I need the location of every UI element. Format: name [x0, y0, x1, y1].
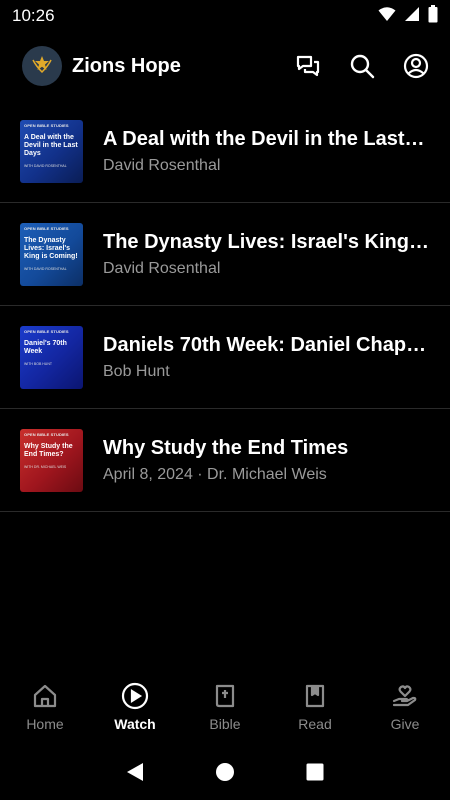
- thumbnail-title: A Deal with the Devil in the Last Days: [24, 133, 78, 157]
- video-thumbnail: OPEN BIBLE STUDIES The Dynasty Lives: Is…: [20, 222, 83, 286]
- item-title: Why Study the End Times: [103, 436, 349, 459]
- system-nav-bar: [0, 744, 450, 800]
- thumbnail-author: WITH DR. MICHAEL WEIS: [24, 464, 67, 469]
- home-icon: [31, 682, 59, 710]
- nav-label: Read: [298, 716, 332, 732]
- nav-label: Watch: [114, 716, 156, 732]
- nav-label: Give: [390, 716, 420, 732]
- bible-icon: [211, 682, 239, 710]
- thumbnail-title: Why Study the End Times?: [24, 442, 73, 458]
- item-text: A Deal with the Devil in the Last Days D…: [103, 128, 430, 175]
- cell-signal-icon: [404, 6, 420, 27]
- video-list: OPEN BIBLE STUDIES A Deal with the Devil…: [0, 100, 450, 512]
- nav-item-give[interactable]: Give: [360, 672, 450, 740]
- home-circle-icon[interactable]: [211, 758, 239, 786]
- list-item[interactable]: OPEN BIBLE STUDIES Why Study the End Tim…: [0, 409, 450, 512]
- item-text: The Dynasty Lives: Israel's King is Comi…: [103, 231, 430, 278]
- recents-icon[interactable]: [301, 758, 329, 786]
- thumbnail-title: Daniel's 70th Week: [24, 339, 67, 355]
- thumbnail-author: WITH BOB HUNT: [24, 361, 52, 366]
- video-thumbnail: OPEN BIBLE STUDIES Daniel's 70th Week WI…: [20, 325, 83, 389]
- nav-item-watch[interactable]: Watch: [90, 672, 180, 740]
- wifi-icon: [378, 6, 396, 27]
- nav-item-bible[interactable]: Bible: [180, 672, 270, 740]
- thumbnail-brand: OPEN BIBLE STUDIES: [24, 431, 69, 437]
- app-title: Zions Hope: [72, 54, 181, 77]
- thumbnail-title: The Dynasty Lives: Israel's King is Comi…: [24, 236, 78, 260]
- item-title: The Dynasty Lives: Israel's King is Comi…: [103, 230, 430, 253]
- app-bar: Zions Hope: [0, 40, 450, 92]
- nav-label: Bible: [209, 716, 241, 732]
- bottom-nav: Home Watch Bible Read Give: [0, 672, 450, 740]
- item-text: Why Study the End Times April 8, 2024 · …: [103, 437, 430, 484]
- item-subtitle: David Rosenthal: [103, 156, 221, 174]
- thumbnail-brand: OPEN BIBLE STUDIES: [24, 225, 69, 231]
- bookmark-book-icon: [301, 682, 329, 710]
- status-bar: 10:26: [0, 0, 450, 32]
- heart-hand-icon: [391, 682, 419, 710]
- list-item[interactable]: OPEN BIBLE STUDIES Daniel's 70th Week WI…: [0, 306, 450, 409]
- video-thumbnail: OPEN BIBLE STUDIES Why Study the End Tim…: [20, 428, 83, 492]
- list-item[interactable]: OPEN BIBLE STUDIES The Dynasty Lives: Is…: [0, 203, 450, 306]
- video-thumbnail: OPEN BIBLE STUDIES A Deal with the Devil…: [20, 119, 83, 183]
- status-time: 10:26: [12, 6, 55, 25]
- crest-icon: [30, 52, 54, 81]
- app-actions: [294, 52, 430, 80]
- thumbnail-author: WITH DAVID ROSENTHAL: [24, 267, 67, 272]
- nav-item-read[interactable]: Read: [270, 672, 360, 740]
- thumbnail-author: WITH DAVID ROSENTHAL: [24, 164, 67, 169]
- status-icons: [378, 4, 438, 28]
- thumbnail-brand: OPEN BIBLE STUDIES: [24, 122, 69, 128]
- list-item[interactable]: OPEN BIBLE STUDIES A Deal with the Devil…: [0, 100, 450, 203]
- thumbnail-brand: OPEN BIBLE STUDIES: [24, 328, 69, 334]
- back-icon[interactable]: [121, 758, 149, 786]
- search-icon[interactable]: [348, 52, 376, 80]
- item-subtitle: April 8, 2024 · Dr. Michael Weis: [103, 465, 327, 483]
- item-subtitle: David Rosenthal: [103, 259, 221, 277]
- item-title: A Deal with the Devil in the Last Days: [103, 127, 430, 150]
- nav-item-home[interactable]: Home: [0, 672, 90, 740]
- item-text: Daniels 70th Week: Daniel Chapter 9 Bob …: [103, 334, 430, 381]
- item-title: Daniels 70th Week: Daniel Chapter 9: [103, 333, 430, 356]
- app-logo: [22, 46, 62, 86]
- account-icon[interactable]: [402, 52, 430, 80]
- play-circle-icon: [121, 682, 149, 710]
- battery-icon: [428, 4, 438, 28]
- item-subtitle: Bob Hunt: [103, 362, 170, 380]
- nav-label: Home: [26, 716, 64, 732]
- chat-icon[interactable]: [294, 52, 322, 80]
